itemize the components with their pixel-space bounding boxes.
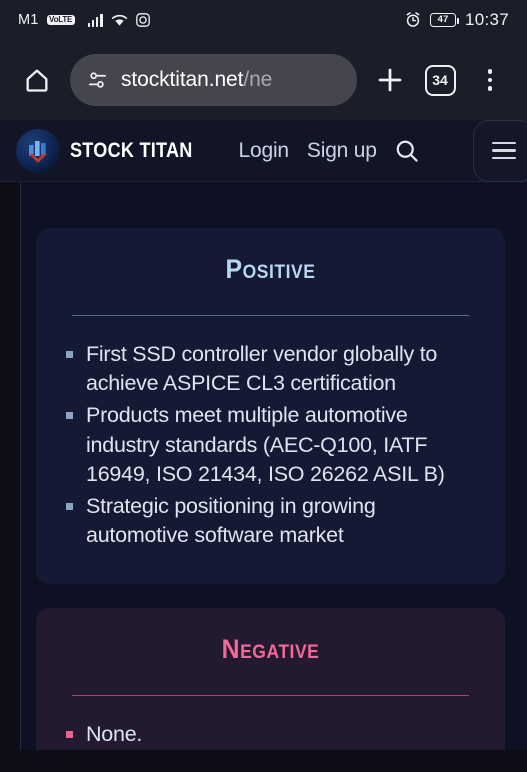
negative-card-divider bbox=[72, 695, 469, 696]
hamburger-icon bbox=[492, 141, 516, 160]
tab-switcher-button[interactable]: 34 bbox=[417, 57, 463, 103]
list-item: None. bbox=[60, 720, 481, 749]
carrier-label: M1 bbox=[18, 12, 39, 28]
page-content: Positive First SSD controller vendor glo… bbox=[0, 182, 527, 750]
search-button[interactable] bbox=[393, 137, 421, 165]
url-text[interactable]: stocktitan.net/ne bbox=[121, 68, 272, 92]
header-nav: Login Sign up bbox=[239, 139, 377, 163]
status-bar-right: 47 10:37 bbox=[405, 10, 509, 30]
hamburger-menu-button[interactable] bbox=[473, 119, 527, 182]
brand-title[interactable]: STOCK TITAN bbox=[70, 139, 193, 163]
positive-card-title: Positive bbox=[225, 254, 316, 284]
site-header: STOCK TITAN Login Sign up bbox=[0, 119, 527, 182]
negative-card: Negative None. bbox=[36, 608, 505, 750]
status-bar: M1 VoLTE 47 10:37 bbox=[0, 0, 527, 40]
new-tab-button[interactable] bbox=[367, 57, 413, 103]
stock-titan-logo-icon[interactable] bbox=[16, 128, 60, 173]
browser-menu-button[interactable] bbox=[467, 57, 513, 103]
status-bar-left: M1 VoLTE bbox=[18, 12, 150, 28]
battery-level: 47 bbox=[437, 14, 449, 26]
tab-count-badge: 34 bbox=[424, 64, 456, 96]
signup-link[interactable]: Sign up bbox=[307, 139, 377, 163]
url-domain: stocktitan.net bbox=[121, 68, 244, 91]
clock-label: 10:37 bbox=[464, 10, 509, 29]
screenshot-indicator-icon bbox=[135, 13, 150, 27]
search-icon bbox=[396, 140, 418, 162]
negative-bullet-list: None. bbox=[60, 720, 481, 749]
positive-card-divider bbox=[72, 315, 469, 316]
sentiment-cards: Positive First SSD controller vendor glo… bbox=[0, 228, 527, 750]
battery-icon: 47 bbox=[429, 13, 459, 27]
positive-bullet-list: First SSD controller vendor globally to … bbox=[60, 340, 481, 551]
positive-card: Positive First SSD controller vendor glo… bbox=[36, 228, 505, 584]
home-button[interactable] bbox=[14, 57, 60, 103]
browser-toolbar: stocktitan.net/ne 34 bbox=[0, 40, 527, 120]
alarm-icon bbox=[405, 12, 421, 28]
list-item: First SSD controller vendor globally to … bbox=[60, 340, 481, 398]
signal-bars-icon bbox=[87, 13, 103, 27]
url-bar[interactable]: stocktitan.net/ne bbox=[70, 54, 357, 106]
overflow-menu-icon bbox=[487, 69, 493, 91]
wifi-icon bbox=[111, 14, 128, 27]
negative-card-title: Negative bbox=[221, 634, 320, 664]
page-settings-icon[interactable] bbox=[86, 69, 109, 92]
url-path: /ne bbox=[243, 68, 273, 91]
login-link[interactable]: Login bbox=[239, 139, 290, 163]
volte-badge: VoLTE bbox=[46, 14, 75, 26]
list-item: Strategic positioning in growing automot… bbox=[60, 492, 481, 550]
list-item: Products meet multiple automotive indust… bbox=[60, 401, 481, 489]
